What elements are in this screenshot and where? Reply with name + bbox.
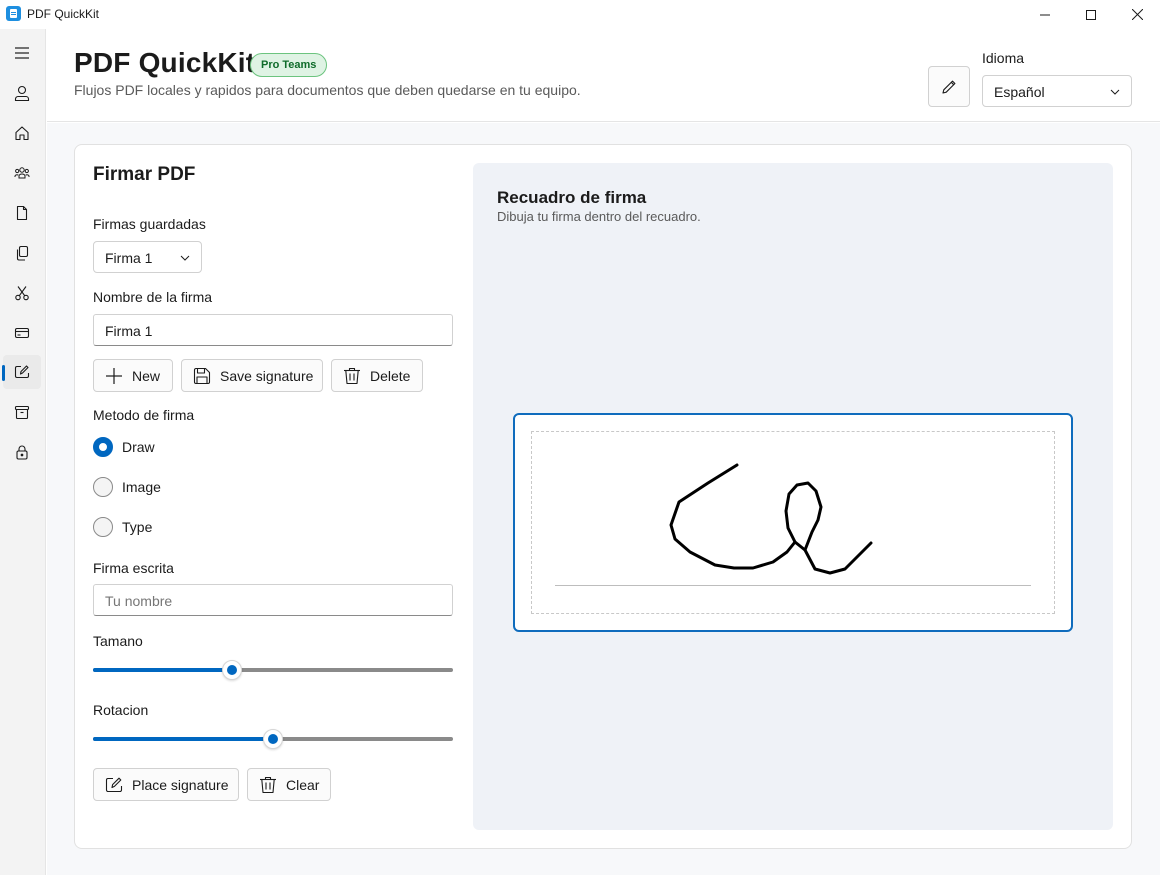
save-signature-button[interactable]: Save signature	[181, 359, 323, 392]
place-signature-button[interactable]: Place signature	[93, 768, 239, 801]
new-button[interactable]: New	[93, 359, 173, 392]
radio-label: Image	[122, 479, 161, 495]
delete-button[interactable]: Delete	[331, 359, 423, 392]
app-title: PDF QuickKit	[74, 47, 256, 78]
nav-split[interactable]	[3, 276, 41, 310]
scissors-icon	[15, 286, 29, 301]
window-title: PDF QuickKit	[27, 7, 100, 21]
slider-fill	[93, 737, 273, 741]
language-value: Español	[994, 84, 1045, 100]
app-logo-icon	[6, 6, 21, 21]
signature-name-label: Nombre de la firma	[93, 289, 213, 305]
person-icon	[14, 85, 30, 101]
nav-billing[interactable]	[3, 316, 41, 350]
saved-signature-value: Firma 1	[105, 250, 153, 266]
nav-home[interactable]	[3, 116, 41, 150]
rotation-label: Rotacion	[93, 702, 149, 718]
signature-name-value: Firma 1	[105, 323, 153, 339]
typed-signature-input[interactable]: Tu nombre	[93, 584, 453, 616]
close-icon	[1131, 9, 1143, 20]
close-button[interactable]	[1114, 0, 1160, 29]
signature-stroke	[669, 463, 873, 575]
app-header: PDF QuickKit Pro Teams Flujos PDF locale…	[47, 29, 1160, 122]
delete-button-label: Delete	[370, 367, 411, 384]
card-icon	[14, 327, 30, 339]
place-signature-label: Place signature	[132, 776, 229, 793]
save-icon	[193, 367, 211, 384]
pencil-icon	[942, 80, 956, 94]
people-icon	[14, 167, 30, 179]
nav-teams[interactable]	[3, 156, 41, 190]
plus-icon	[106, 367, 122, 384]
content-area: Firmar PDF Firmas guardadas Firma 1 Nomb…	[47, 123, 1160, 875]
title-bar: PDF QuickKit	[0, 0, 1160, 29]
trash-icon	[260, 776, 276, 793]
app-subtitle: Flujos PDF locales y rapidos para docume…	[74, 82, 581, 98]
signature-method-label: Metodo de firma	[93, 407, 195, 423]
slider-thumb[interactable]	[263, 729, 283, 749]
nav-merge[interactable]	[3, 236, 41, 270]
menu-icon	[15, 47, 29, 59]
slider-thumb[interactable]	[222, 660, 242, 680]
nav-account[interactable]	[3, 76, 41, 110]
new-button-label: New	[132, 367, 161, 384]
signature-pane: Recuadro de firma Dibuja tu firma dentro…	[473, 163, 1113, 830]
language-label: Idioma	[982, 50, 1025, 66]
radio-indicator	[93, 517, 113, 537]
nav-menu-button[interactable]	[3, 36, 41, 70]
chevron-down-icon	[1110, 89, 1120, 95]
maximize-icon	[1086, 9, 1096, 20]
copy-icon	[16, 245, 29, 261]
method-radio-draw[interactable]: Draw	[93, 437, 155, 457]
save-signature-label: Save signature	[220, 367, 314, 384]
radio-label: Draw	[122, 439, 155, 455]
document-icon	[16, 205, 28, 221]
nav-sign[interactable]	[2, 355, 41, 389]
sign-card: Firmar PDF Firmas guardadas Firma 1 Nomb…	[74, 144, 1132, 849]
nav-documents[interactable]	[3, 196, 41, 230]
clear-button-label: Clear	[286, 776, 320, 793]
nav-rail	[0, 29, 46, 875]
method-radio-type[interactable]: Type	[93, 517, 152, 537]
trash-icon	[344, 367, 360, 384]
chevron-down-icon	[180, 255, 190, 261]
edit-button[interactable]	[928, 66, 970, 107]
radio-indicator	[93, 477, 113, 497]
clear-button[interactable]: Clear	[247, 768, 331, 801]
section-title: Firmar PDF	[93, 164, 196, 185]
slider-fill	[93, 668, 232, 672]
language-select[interactable]: Español	[982, 75, 1132, 107]
size-slider[interactable]	[93, 659, 453, 680]
signature-icon	[14, 365, 30, 379]
radio-indicator	[93, 437, 113, 457]
saved-signatures-select[interactable]: Firma 1	[93, 241, 202, 273]
archive-icon	[14, 405, 30, 420]
plan-badge: Pro Teams	[250, 53, 328, 77]
signature-pad-subtitle: Dibuja tu firma dentro del recuadro.	[497, 209, 701, 224]
signature-pad-title: Recuadro de firma	[497, 188, 647, 207]
lock-icon	[16, 445, 28, 460]
rotation-slider[interactable]	[93, 728, 453, 749]
signature-canvas[interactable]	[513, 413, 1073, 632]
home-icon	[15, 126, 29, 141]
nav-protect[interactable]	[3, 435, 41, 469]
signature-name-input[interactable]: Firma 1	[93, 314, 453, 346]
saved-signatures-label: Firmas guardadas	[93, 216, 206, 232]
nav-archive[interactable]	[3, 395, 41, 429]
size-label: Tamano	[93, 633, 143, 649]
signature-icon	[105, 777, 123, 792]
typed-signature-label: Firma escrita	[93, 560, 174, 576]
typed-signature-placeholder: Tu nombre	[105, 593, 173, 609]
method-radio-image[interactable]: Image	[93, 477, 161, 497]
radio-label: Type	[122, 519, 153, 535]
maximize-button[interactable]	[1068, 0, 1114, 29]
minimize-icon	[1040, 14, 1050, 15]
minimize-button[interactable]	[1022, 0, 1068, 29]
